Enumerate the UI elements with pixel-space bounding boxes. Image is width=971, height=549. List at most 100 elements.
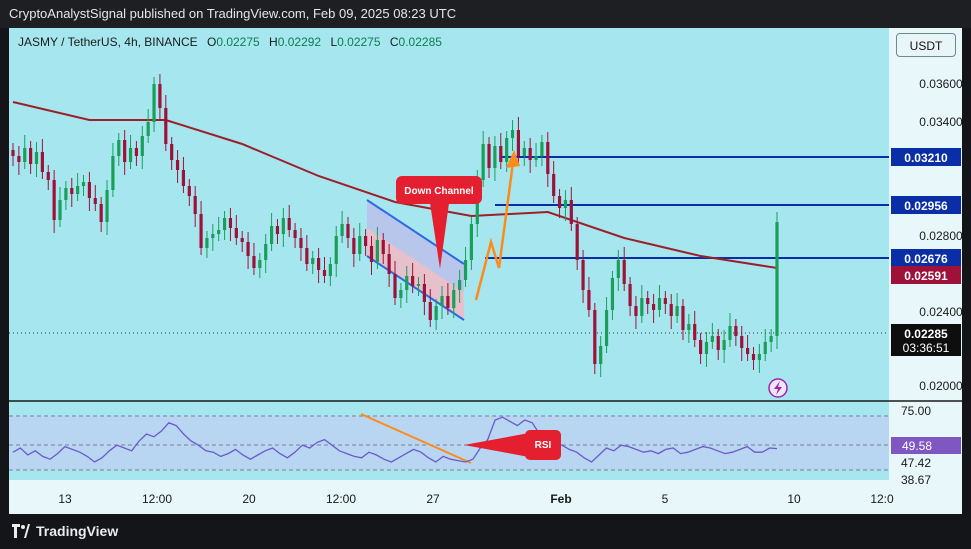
- candle-body: [281, 218, 285, 234]
- candle-body: [381, 240, 385, 254]
- time-tick: 12:00: [326, 492, 356, 506]
- chart-canvas[interactable]: Down Channel RSI 0.03600 0.03400 0.02800…: [9, 28, 962, 514]
- tradingview-brand[interactable]: TradingView: [12, 523, 118, 539]
- candle-body: [105, 190, 109, 222]
- candle-body: [346, 224, 350, 238]
- candle-body: [40, 152, 44, 172]
- candle-body: [540, 142, 544, 156]
- candle-body: [528, 148, 532, 160]
- candle[interactable]: [775, 212, 779, 349]
- chart-frame[interactable]: Down Channel RSI 0.03600 0.03400 0.02800…: [9, 28, 962, 514]
- level-tag-text: 0.02956: [904, 199, 948, 213]
- low-value: 0.02275: [337, 35, 381, 49]
- candle-body: [193, 196, 197, 214]
- level-tag-text: 0.02676: [904, 252, 948, 266]
- candle-body: [240, 238, 244, 242]
- candle-body: [23, 148, 27, 162]
- candle-body: [287, 218, 291, 230]
- candle-body: [170, 144, 174, 160]
- candle-body: [469, 224, 473, 260]
- time-tick: 10: [787, 492, 801, 506]
- candle-body: [352, 238, 356, 254]
- candle-body: [111, 156, 115, 190]
- candle-body: [651, 304, 656, 310]
- candle-body: [446, 296, 450, 308]
- candle-body: [546, 142, 550, 174]
- price-tick: 0.02400: [919, 305, 962, 319]
- candle-body: [499, 146, 503, 162]
- time-tick: 5: [662, 492, 669, 506]
- candle-body: [305, 248, 309, 264]
- candle-body: [610, 278, 615, 310]
- candle-body: [164, 108, 168, 144]
- candle-body: [775, 222, 779, 336]
- candle-body: [293, 230, 297, 238]
- candle-body: [228, 218, 233, 228]
- candle-body: [11, 150, 15, 156]
- candle[interactable]: [593, 303, 597, 374]
- countdown-text: 03:36:51: [903, 341, 950, 355]
- candle-body: [311, 258, 315, 264]
- candle-body: [340, 224, 344, 236]
- candle-body: [146, 122, 150, 136]
- candle-body: [128, 148, 133, 162]
- candle-body: [205, 238, 209, 248]
- candle-body: [510, 130, 515, 138]
- candle-body: [657, 298, 662, 310]
- candle-body: [434, 306, 438, 320]
- candle-body: [299, 238, 303, 248]
- candle-body: [710, 336, 714, 342]
- price-pane[interactable]: [9, 28, 889, 400]
- candle-body: [693, 324, 697, 340]
- candle-body: [375, 240, 379, 262]
- candle-body: [393, 274, 397, 298]
- candle-body: [123, 140, 127, 162]
- candle-body: [275, 226, 280, 234]
- candle-body: [93, 198, 97, 204]
- candle-body: [616, 260, 620, 278]
- candle-body: [669, 304, 673, 316]
- candle-body: [487, 144, 491, 168]
- candle-body: [411, 276, 415, 286]
- currency-button[interactable]: USDT: [896, 33, 956, 57]
- candle-body: [728, 326, 732, 340]
- candle-body: [334, 236, 338, 264]
- rsi-tick: 38.67: [901, 473, 931, 487]
- candle-body: [557, 196, 562, 208]
- candle-body: [387, 254, 391, 274]
- candle-body: [81, 182, 86, 186]
- lightning-icon[interactable]: [768, 378, 788, 398]
- candle-body: [704, 342, 709, 354]
- rsi-value-text: 49.58: [902, 439, 932, 453]
- rsi-band: [9, 416, 889, 470]
- ma-tag-text: 0.02591: [904, 269, 948, 283]
- rsi-tick: 47.42: [901, 456, 931, 470]
- candle-body: [522, 148, 526, 156]
- candle-body: [757, 354, 761, 360]
- candle-body: [505, 138, 509, 162]
- candle-body: [675, 306, 679, 316]
- candle-body: [769, 336, 773, 342]
- level-tag-text: 0.03210: [904, 151, 948, 165]
- candle-body: [634, 306, 638, 316]
- candle-body: [99, 204, 103, 222]
- candle-body: [481, 144, 485, 180]
- price-tick: 0.03400: [919, 115, 962, 129]
- candle-body: [234, 228, 238, 238]
- candle-body: [534, 156, 538, 160]
- candle-body: [640, 298, 644, 316]
- candle-body: [364, 236, 368, 246]
- time-tick: 12:0: [870, 492, 894, 506]
- candle-body: [622, 260, 626, 284]
- candle-body: [440, 296, 444, 306]
- candle-body: [181, 170, 186, 186]
- candle-body: [428, 302, 432, 320]
- time-tick: 27: [426, 492, 440, 506]
- candle-body: [716, 336, 720, 350]
- close-label: C: [389, 35, 399, 49]
- footer-bar: [0, 514, 971, 549]
- candle-body: [217, 230, 221, 234]
- candle-body: [699, 340, 703, 354]
- rsi-tick: 75.00: [901, 404, 931, 418]
- candle-body: [140, 136, 144, 156]
